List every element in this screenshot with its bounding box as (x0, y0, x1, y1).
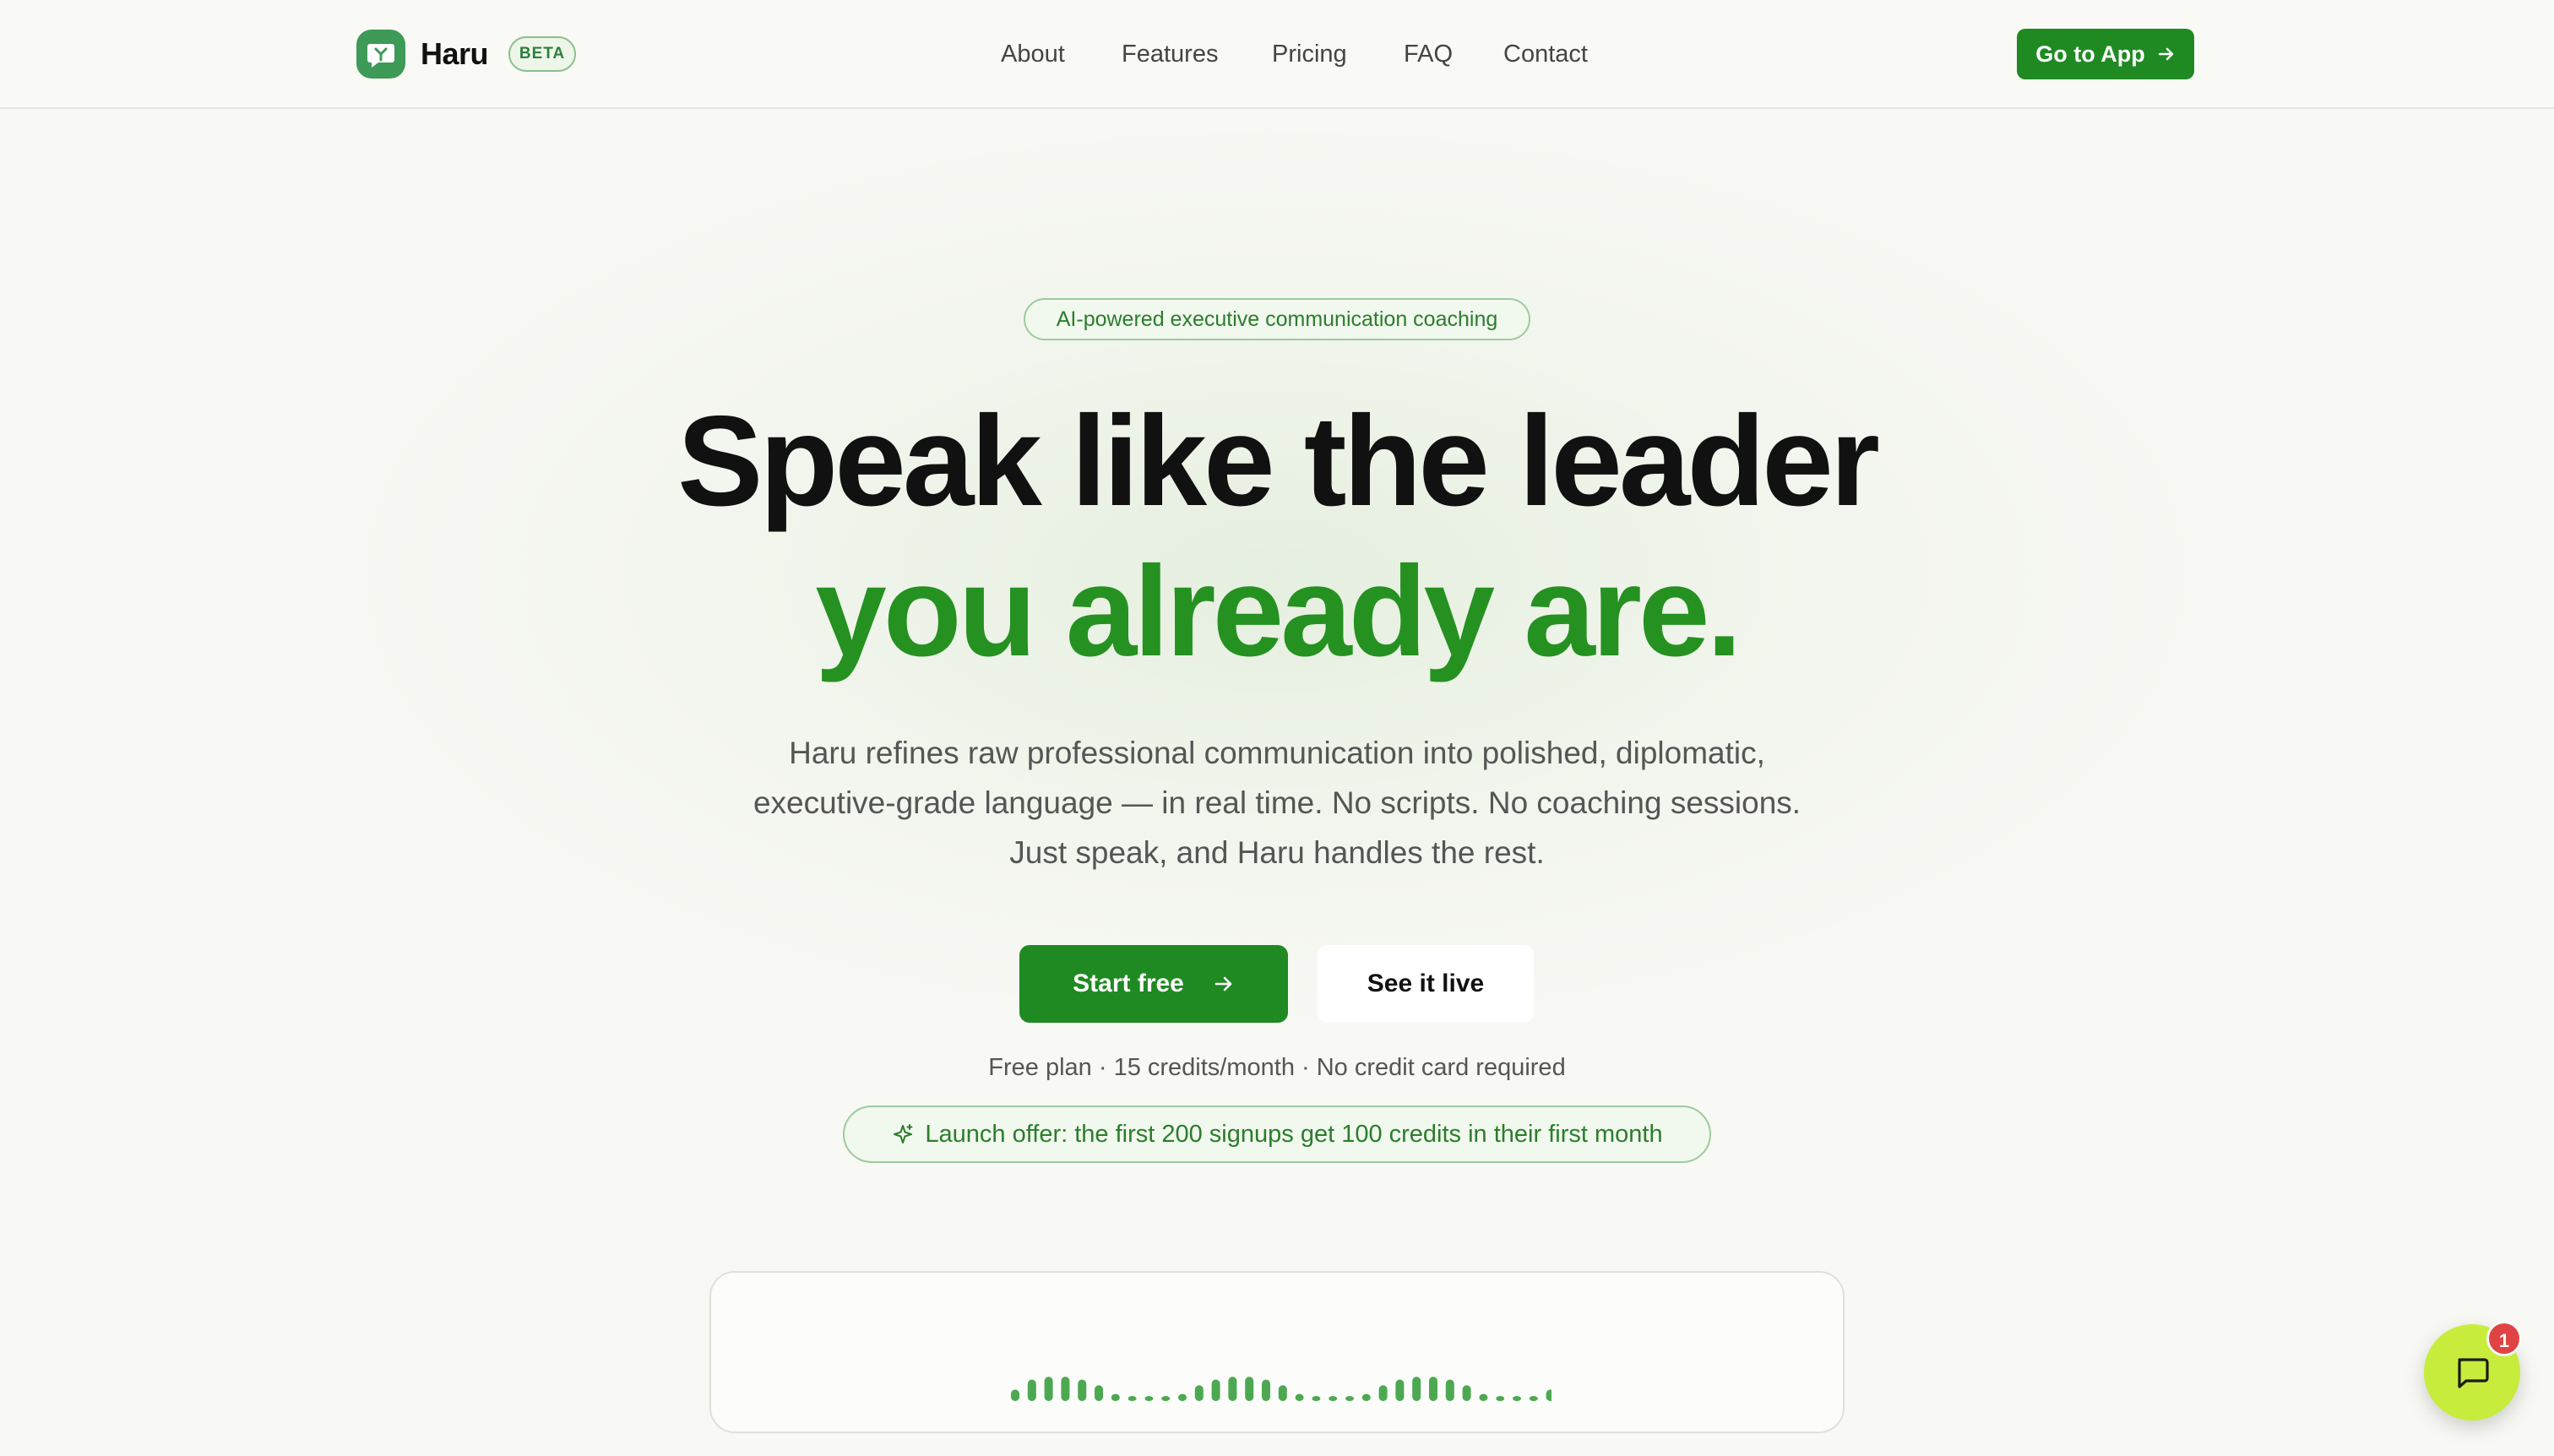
waveform-bar (1329, 1396, 1338, 1401)
plan-note: Free plan · 15 credits/month · No credit… (988, 1054, 1566, 1081)
brand-name[interactable]: Haru (421, 34, 489, 74)
waveform-bar (1194, 1385, 1204, 1401)
waveform-bar (1529, 1396, 1538, 1401)
start-free-button[interactable]: Start free (1019, 945, 1288, 1023)
hero-subtitle-line1: Haru refines raw professional communicat… (789, 736, 1765, 770)
logo-icon[interactable] (356, 30, 405, 79)
hero-headline-line1: Speak like the leader (677, 389, 1880, 533)
waveform-bar (1496, 1396, 1505, 1401)
waveform-bar (1111, 1394, 1120, 1401)
nav-link-contact[interactable]: Contact (1503, 37, 1588, 71)
message-square-icon (2458, 1358, 2489, 1388)
launch-offer-banner: Launch offer: the first 200 signups get … (843, 1106, 1711, 1163)
audio-waveform (1011, 1377, 1551, 1401)
waveform-bar (1095, 1385, 1103, 1401)
waveform-bar (1412, 1377, 1421, 1401)
hero-subtitle-line2: executive-grade language — in real time.… (753, 785, 1801, 820)
waveform-bar (1378, 1385, 1388, 1401)
waveform-bar (1546, 1389, 1551, 1401)
go-to-app-label: Go to App (2035, 41, 2145, 67)
waveform-bar (1513, 1396, 1521, 1401)
waveform-bar (1078, 1379, 1087, 1401)
arrow-right-icon (1215, 976, 1232, 991)
waveform-bar (1462, 1385, 1471, 1401)
nav-link-faq[interactable]: FAQ (1404, 37, 1453, 71)
beta-badge: BETA (508, 36, 576, 72)
waveform-bar (1245, 1377, 1254, 1401)
waveform-bar (1178, 1394, 1187, 1401)
start-free-label: Start free (1073, 970, 1184, 997)
sparkle-icon (894, 1124, 913, 1144)
waveform-bar (1211, 1379, 1220, 1401)
arrow-right-icon (2158, 47, 2173, 61)
nav-link-features[interactable]: Features (1122, 37, 1218, 71)
waveform-bar (1361, 1394, 1371, 1401)
unread-count-badge: 1 (2486, 1321, 2522, 1356)
hero-tagline-pill: AI-powered executive communication coach… (1024, 298, 1530, 340)
waveform-bar (1262, 1379, 1270, 1401)
waveform-bar (1161, 1396, 1171, 1401)
demo-card (709, 1271, 1845, 1433)
waveform-bar (1061, 1377, 1070, 1401)
nav-link-about[interactable]: About (1001, 37, 1065, 71)
hero-headline-line2: you already are. (815, 540, 1742, 683)
waveform-bar (1295, 1394, 1304, 1401)
waveform-bar (1479, 1394, 1488, 1401)
waveform-bar (1429, 1377, 1437, 1401)
waveform-bar (1445, 1379, 1454, 1401)
waveform-bar (1027, 1379, 1036, 1401)
waveform-bar (1345, 1396, 1354, 1401)
hero-subtitle-line3: Just speak, and Haru handles the rest. (1009, 835, 1545, 870)
go-to-app-button[interactable]: Go to App (2017, 29, 2194, 79)
waveform-bar (1228, 1377, 1237, 1401)
launch-offer-text: Launch offer: the first 200 signups get … (925, 1120, 1663, 1148)
waveform-bar (1312, 1396, 1321, 1401)
waveform-bar (1395, 1379, 1405, 1401)
waveform-bar (1278, 1385, 1287, 1401)
waveform-bar (1144, 1396, 1154, 1401)
nav-link-pricing[interactable]: Pricing (1272, 37, 1347, 71)
waveform-bar (1011, 1389, 1019, 1401)
waveform-bar (1044, 1377, 1053, 1401)
see-it-live-button[interactable]: See it live (1318, 945, 1534, 1023)
waveform-bar (1128, 1396, 1137, 1401)
top-navbar: Haru BETA About Features Pricing FAQ Con… (0, 0, 2554, 109)
